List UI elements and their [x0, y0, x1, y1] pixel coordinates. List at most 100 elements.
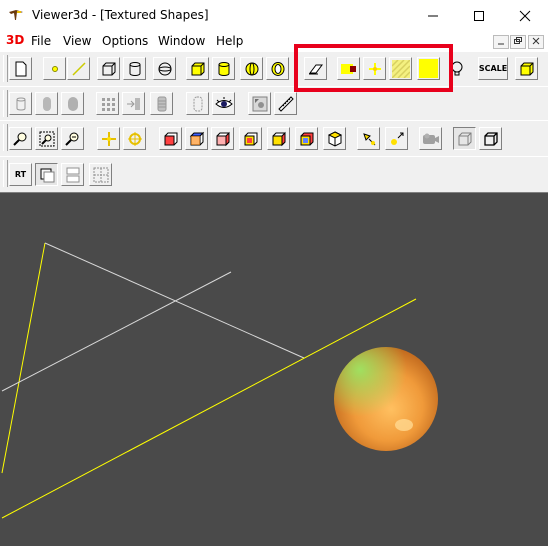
maximize-button[interactable] [456, 0, 502, 31]
view-right-button[interactable] [239, 127, 262, 150]
white-edge-top [44, 242, 305, 359]
disabled-cylinder-2-button[interactable] [150, 92, 173, 115]
split-view-button[interactable] [61, 163, 84, 186]
point-icon [51, 65, 58, 72]
zoom-fit-button[interactable] [61, 127, 84, 150]
light-move-icon [390, 132, 403, 145]
shaded-toggle-button[interactable] [479, 127, 502, 150]
yellow-box-button[interactable] [186, 57, 209, 80]
light-button[interactable] [363, 57, 386, 80]
disabled-rounded-button[interactable] [61, 92, 84, 115]
disabled-dotted-button[interactable] [186, 92, 209, 115]
menu-window[interactable]: Window [158, 34, 205, 48]
mdi-child-logo[interactable]: 3D [6, 33, 24, 47]
line-tool-button[interactable] [67, 57, 90, 80]
yellow-sphere-button[interactable] [240, 57, 263, 80]
menu-options[interactable]: Options [102, 34, 148, 48]
view-cube-left-icon [216, 131, 229, 146]
disabled-grid-button[interactable] [96, 92, 119, 115]
split-view-icon [66, 167, 79, 182]
menu-view[interactable]: View [63, 34, 91, 48]
solid-fill-button[interactable] [417, 57, 440, 80]
new-document-icon [15, 61, 26, 76]
raytrace-button[interactable]: RT [9, 163, 32, 186]
view-iso-button[interactable] [323, 127, 346, 150]
yellow-edge-left [1, 242, 46, 474]
color-swatch-button[interactable] [337, 57, 360, 80]
view-cube-front-icon [164, 132, 177, 145]
dotted-cylinder-icon [193, 96, 202, 111]
toolbar-row-4: RT [0, 156, 548, 193]
mdi-close-button[interactable] [528, 35, 544, 49]
view-cube-back-icon [300, 132, 313, 145]
rt-label: RT [14, 170, 27, 179]
rotate-button[interactable] [123, 127, 146, 150]
single-view-button[interactable] [35, 163, 58, 186]
toolbar-grip[interactable] [3, 90, 8, 117]
toolbar-grip[interactable] [3, 160, 8, 187]
sphere-tool-button[interactable] [153, 57, 176, 80]
texture-icon [391, 59, 410, 78]
pan-button[interactable] [97, 127, 120, 150]
material-button[interactable] [515, 57, 538, 80]
capsule-icon [42, 96, 51, 111]
spotlight-icon [362, 132, 375, 145]
box-tool-button[interactable] [97, 57, 120, 80]
disabled-capsule-button[interactable] [35, 92, 58, 115]
zoom-window-button[interactable] [35, 127, 58, 150]
minimize-button[interactable] [410, 0, 456, 31]
measure-button[interactable] [274, 92, 297, 115]
pan-icon [101, 131, 116, 146]
view-left-button[interactable] [211, 127, 234, 150]
wireframe-cube-icon [458, 132, 471, 145]
light-move-button[interactable] [385, 127, 408, 150]
view-eye-button[interactable] [212, 92, 235, 115]
disabled-cylinder-button[interactable] [9, 92, 32, 115]
scene-canvas [1, 242, 438, 519]
quad-view-icon [93, 167, 108, 182]
wireframe-toggle-button[interactable] [453, 127, 476, 150]
light-bulb-icon [451, 61, 462, 75]
eraser-button[interactable] [304, 57, 327, 80]
new-document-button[interactable] [9, 57, 32, 80]
toolbar-grip[interactable] [3, 124, 8, 151]
window-title: Viewer3d - [Textured Shapes] [32, 8, 209, 22]
mdi-restore-button[interactable] [510, 35, 526, 49]
yellow-torus-button[interactable] [266, 57, 289, 80]
point-tool-button[interactable] [43, 57, 66, 80]
3d-viewport[interactable] [0, 192, 548, 546]
cylinder-icon [16, 97, 25, 110]
disabled-arrow-button[interactable] [122, 92, 145, 115]
camera-icon [422, 133, 439, 144]
cylinder-tool-button[interactable] [123, 57, 146, 80]
texture-button[interactable] [389, 57, 412, 80]
yellow-cylinder-button[interactable] [212, 57, 235, 80]
scale-button[interactable]: SCALE [478, 57, 508, 80]
view-top-button[interactable] [185, 127, 208, 150]
disabled-camera-button[interactable] [419, 127, 442, 150]
menu-bar: 3D File View Options Window Help [0, 31, 548, 51]
bulb-button[interactable] [445, 57, 468, 80]
zoom-fit-icon [64, 132, 78, 146]
zoom-button[interactable] [9, 127, 32, 150]
view-cube-top-icon [189, 131, 204, 145]
transform-button[interactable] [248, 92, 271, 115]
menu-file[interactable]: File [31, 34, 51, 48]
view-front-button[interactable] [159, 127, 182, 150]
mdi-minimize-button[interactable] [493, 35, 509, 49]
cylinder-icon [129, 61, 140, 76]
zoom-window-icon [39, 131, 54, 146]
view-cube-bottom-icon [272, 131, 285, 146]
view-cube-right-icon [244, 132, 257, 145]
view-bottom-button[interactable] [267, 127, 290, 150]
solid-fill-icon [419, 59, 438, 78]
transform-icon [252, 96, 267, 111]
light-tool-button[interactable] [357, 127, 380, 150]
menu-help[interactable]: Help [216, 34, 243, 48]
view-back-button[interactable] [295, 127, 318, 150]
cube-icon [520, 62, 533, 75]
close-button[interactable] [502, 0, 548, 31]
quad-view-button[interactable] [89, 163, 112, 186]
toolbar-grip[interactable] [3, 55, 8, 82]
eraser-icon [308, 64, 323, 74]
